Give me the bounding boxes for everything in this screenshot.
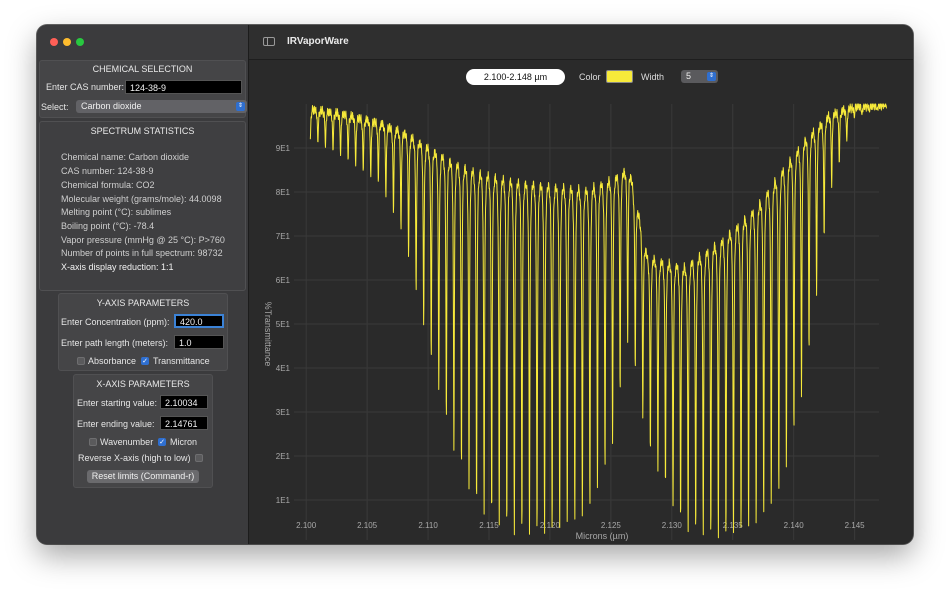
transmittance-label: Transmittance — [153, 356, 210, 366]
absorbance-checkbox[interactable] — [77, 357, 85, 365]
wavenumber-label: Wavenumber — [100, 437, 154, 447]
minimize-window-button[interactable] — [63, 38, 71, 46]
stat-num-points: Number of points in full spectrum: 98732 — [61, 248, 223, 258]
stat-chemical-name: Chemical name: Carbon dioxide — [61, 152, 190, 162]
absorbance-label: Absorbance — [88, 356, 137, 366]
title-bar: IRVaporWare — [249, 25, 913, 60]
path-length-input[interactable]: 1.0 — [174, 335, 224, 349]
y-tick-label: 1E1 — [276, 496, 291, 505]
x-tick-label: 2.140 — [784, 521, 805, 530]
x-tick-label: 2.145 — [845, 521, 866, 530]
reverse-x-label: Reverse X-axis (high to low) — [78, 453, 191, 463]
micron-checkbox[interactable]: ✓ — [158, 438, 166, 446]
stat-display-reduction: X-axis display reduction: 1:1 — [61, 262, 174, 272]
close-window-button[interactable] — [50, 38, 58, 46]
y-tick-label: 2E1 — [276, 452, 291, 461]
app-title: IRVaporWare — [287, 36, 349, 47]
reverse-x-checkbox[interactable] — [195, 454, 203, 462]
stat-molecular-weight: Molecular weight (grams/mole): 44.0098 — [61, 194, 222, 204]
spectrum-statistics-title: SPECTRUM STATISTICS — [90, 126, 195, 136]
y-tick-label: 7E1 — [276, 232, 291, 241]
concentration-label: Enter Concentration (ppm): — [61, 317, 170, 327]
sidebar: CHEMICAL SELECTION Enter CAS number: 124… — [37, 25, 249, 544]
stat-melting-point: Melting point (°C): sublimes — [61, 207, 172, 217]
end-value-input[interactable]: 2.14761 — [160, 416, 208, 430]
y-tick-label: 9E1 — [276, 144, 291, 153]
y-tick-label: 6E1 — [276, 276, 291, 285]
sidebar-toggle-icon[interactable] — [263, 37, 275, 46]
stat-cas-number: CAS number: 124-38-9 — [61, 166, 154, 176]
chemical-selection-title: CHEMICAL SELECTION — [92, 64, 193, 74]
transmittance-checkbox[interactable]: ✓ — [141, 357, 149, 365]
path-length-label: Enter path length (meters): — [61, 338, 169, 348]
start-value-label: Enter starting value: — [77, 398, 158, 408]
end-value-label: Enter ending value: — [77, 419, 155, 429]
chevron-updown-icon: ⇕ — [236, 102, 245, 111]
chart-grid — [294, 104, 879, 540]
x-tick-label: 2.120 — [540, 521, 561, 530]
y-axis-parameters-title: Y-AXIS PARAMETERS — [96, 298, 190, 308]
x-tick-label: 2.110 — [418, 521, 438, 530]
x-tick-label: 2.115 — [479, 521, 499, 530]
app-window: CHEMICAL SELECTION Enter CAS number: 124… — [37, 25, 913, 544]
y-tick-label: 3E1 — [276, 408, 291, 417]
cas-label: Enter CAS number: — [46, 82, 125, 92]
reset-limits-button[interactable]: Reset limits (Command-r) — [87, 470, 199, 483]
x-axis-parameters-title: X-AXIS PARAMETERS — [96, 379, 190, 389]
x-tick-label: 2.130 — [662, 521, 683, 530]
micron-label: Micron — [170, 437, 198, 447]
x-tick-label: 2.105 — [357, 521, 378, 530]
chemical-select-value: Carbon dioxide — [81, 101, 142, 111]
x-tick-labels: 2.100 2.105 2.110 2.115 2.120 2.125 2.130 2.135… — [296, 521, 865, 530]
start-value-input[interactable]: 2.10034 — [160, 395, 208, 409]
spectrum-chart[interactable]: 1E1 2E1 3E1 4E1 5E1 6E1 7E1 8E1 9E1 2.100 2.105 2.… — [249, 59, 913, 544]
stat-formula: Chemical formula: CO2 — [61, 180, 155, 190]
main-area: IRVaporWare 2.100-2.148 µm Color Width 5… — [249, 25, 913, 544]
y-axis-label: %Transmittance — [263, 302, 273, 367]
y-tick-label: 5E1 — [276, 320, 291, 329]
x-tick-label: 2.125 — [601, 521, 622, 530]
stat-boiling-point: Boiling point (°C): -78.4 — [61, 221, 155, 231]
concentration-input[interactable]: 420.0 — [174, 314, 224, 328]
y-tick-label: 8E1 — [276, 188, 291, 197]
chemical-select[interactable]: Carbon dioxide ⇕ — [76, 100, 247, 113]
wavenumber-checkbox[interactable] — [89, 438, 97, 446]
y-tick-labels: 1E1 2E1 3E1 4E1 5E1 6E1 7E1 8E1 9E1 — [276, 144, 291, 505]
spectrum-line — [309, 103, 887, 539]
chemical-selection-panel: CHEMICAL SELECTION Enter CAS number: 124… — [39, 60, 247, 118]
zoom-window-button[interactable] — [76, 38, 84, 46]
select-label: Select: — [41, 102, 69, 112]
stat-vapor-pressure: Vapor pressure (mmHg @ 25 °C): P>760 — [61, 235, 225, 245]
y-tick-label: 4E1 — [276, 364, 291, 373]
cas-input[interactable]: 124-38-9 — [125, 80, 242, 94]
x-tick-label: 2.100 — [296, 521, 317, 530]
x-axis-label: Microns (µm) — [576, 531, 629, 541]
